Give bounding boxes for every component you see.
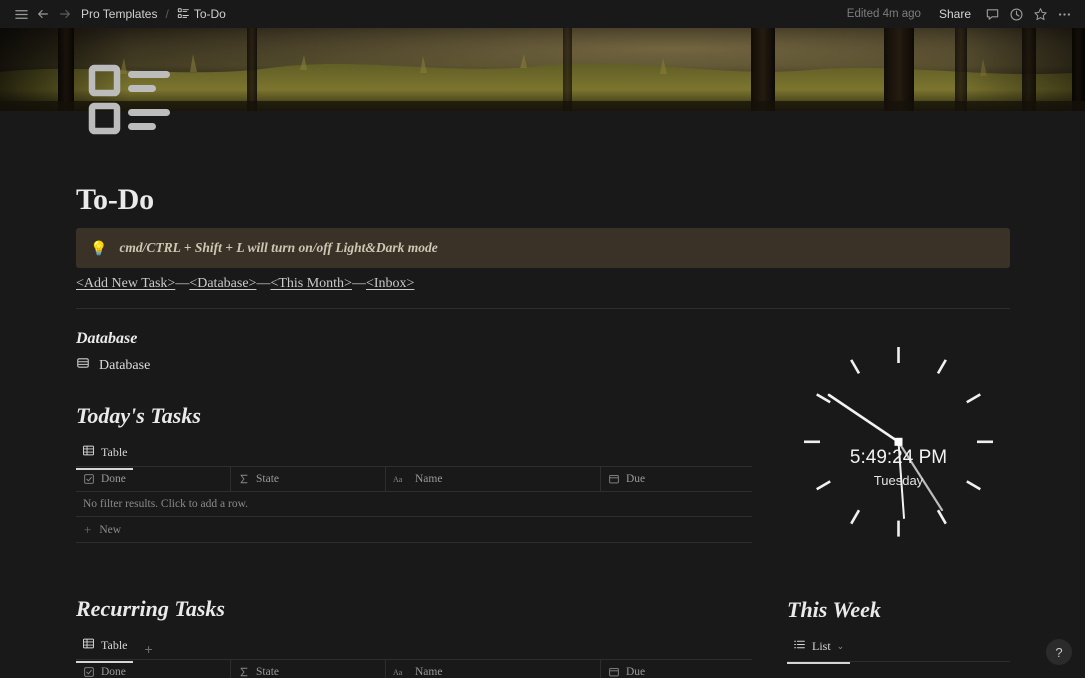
recurring-tasks-table: Done State Aa Name Due: [76, 659, 752, 678]
link-inbox[interactable]: <Inbox>: [366, 276, 414, 291]
edited-status: Edited 4m ago: [846, 8, 921, 20]
column-header-name-label: Name: [415, 473, 443, 485]
database-icon: [76, 356, 90, 375]
column-header-name-label: Name: [415, 666, 443, 678]
new-row-label: New: [99, 523, 122, 536]
arrow-left-icon[interactable]: [32, 3, 54, 25]
text-aa-icon: Aa: [393, 666, 409, 678]
top-bar-actions: Edited 4m ago Share: [839, 3, 1075, 25]
database-page-link[interactable]: Database: [76, 356, 150, 375]
checklist-icon: [177, 7, 190, 20]
clock-icon[interactable]: [1005, 3, 1027, 25]
column-header-due[interactable]: Due: [601, 659, 752, 678]
minute-hand: [827, 393, 900, 444]
navlink-separator-3: —: [351, 276, 366, 291]
table-header-row: Done State Aa Name Due: [76, 466, 752, 492]
column-header-done-label: Done: [101, 473, 126, 485]
quick-nav-links: <Add New Task>—<Database>—<This Month>—<…: [76, 276, 414, 292]
todo-checklist-logo[interactable]: [88, 55, 174, 141]
column-header-done[interactable]: Done: [76, 659, 231, 678]
this-week-view-tabs: List ⌄: [787, 635, 851, 664]
top-bar: Pro Templates / To-Do Edited 4m ago Shar…: [0, 0, 1085, 28]
this-week-list: [787, 661, 1010, 662]
share-button[interactable]: Share: [931, 4, 979, 24]
table-header-row: Done State Aa Name Due: [76, 659, 752, 678]
page-title: To-Do: [76, 183, 154, 216]
link-this-month[interactable]: <This Month>: [270, 276, 352, 291]
view-tab-table-today-label: Table: [101, 445, 128, 459]
sigma-icon: [238, 473, 250, 485]
page-content: To-Do 💡 cmd/CTRL + Shift + L will turn o…: [0, 111, 1085, 678]
database-heading: Database: [76, 330, 138, 347]
callout-text: cmd/CTRL + Shift + L will turn on/off Li…: [119, 240, 438, 255]
column-header-state[interactable]: State: [231, 466, 386, 492]
text-aa-icon: Aa: [393, 473, 409, 485]
checkbox-icon: [83, 473, 95, 485]
hamburger-icon[interactable]: [10, 3, 32, 25]
svg-text:Aa: Aa: [393, 475, 403, 484]
calendar-icon: [608, 666, 620, 678]
calendar-icon: [608, 473, 620, 485]
section-divider: [76, 308, 1010, 309]
help-button[interactable]: ?: [1046, 639, 1072, 665]
empty-state-row[interactable]: No filter results. Click to add a row.: [76, 492, 752, 517]
clock-center: [894, 437, 903, 446]
column-header-due[interactable]: Due: [601, 466, 752, 492]
plus-icon: +: [84, 522, 92, 537]
new-row-button[interactable]: + New: [76, 517, 752, 543]
view-tab-list-week[interactable]: List ⌄: [787, 635, 851, 664]
list-icon: [793, 638, 806, 655]
callout-block[interactable]: 💡 cmd/CTRL + Shift + L will turn on/off …: [76, 228, 1010, 268]
checkbox-icon: [83, 666, 95, 678]
column-header-state[interactable]: State: [231, 659, 386, 678]
clock-widget: 5:49:24 PM Tuesday: [787, 333, 1010, 561]
star-icon[interactable]: [1029, 3, 1051, 25]
chevron-down-icon[interactable]: ⌄: [837, 641, 845, 652]
table-icon: [82, 637, 95, 654]
clock-time: 5:49:24 PM: [849, 447, 948, 468]
database-link-label: Database: [99, 357, 151, 373]
view-tab-table-recurring-label: Table: [101, 638, 128, 652]
lightbulb-icon: 💡: [90, 240, 108, 256]
comment-icon[interactable]: [981, 3, 1003, 25]
svg-text:Aa: Aa: [393, 668, 403, 677]
breadcrumb-current[interactable]: To-Do: [172, 5, 231, 23]
column-header-done[interactable]: Done: [76, 466, 231, 492]
sigma-icon: [238, 666, 250, 678]
breadcrumb-separator: /: [165, 7, 169, 21]
list-top-border: [787, 661, 1010, 662]
link-database[interactable]: <Database>: [189, 276, 256, 291]
column-header-name[interactable]: Aa Name: [386, 659, 601, 678]
ellipsis-icon[interactable]: [1053, 3, 1075, 25]
column-header-state-label: State: [256, 666, 279, 678]
column-header-state-label: State: [256, 473, 279, 485]
view-tab-list-week-label: List: [812, 639, 831, 653]
navlink-separator-1: —: [175, 276, 190, 291]
clock-day: Tuesday: [873, 473, 924, 488]
todays-tasks-table: Done State Aa Name Due No filter results…: [76, 466, 752, 543]
table-icon: [82, 444, 95, 461]
column-header-name[interactable]: Aa Name: [386, 466, 601, 492]
breadcrumb-current-label: To-Do: [193, 7, 226, 21]
link-add-new-task[interactable]: <Add New Task>: [76, 276, 175, 291]
column-header-done-label: Done: [101, 666, 126, 678]
arrow-right-icon[interactable]: [54, 3, 76, 25]
recurring-tasks-heading: Recurring Tasks: [76, 596, 225, 621]
column-header-due-label: Due: [626, 473, 646, 485]
navlink-separator-2: —: [256, 276, 271, 291]
todays-tasks-heading: Today's Tasks: [76, 403, 201, 428]
breadcrumb-parent[interactable]: Pro Templates: [76, 5, 162, 23]
this-week-heading: This Week: [787, 597, 881, 622]
column-header-due-label: Due: [626, 666, 646, 678]
